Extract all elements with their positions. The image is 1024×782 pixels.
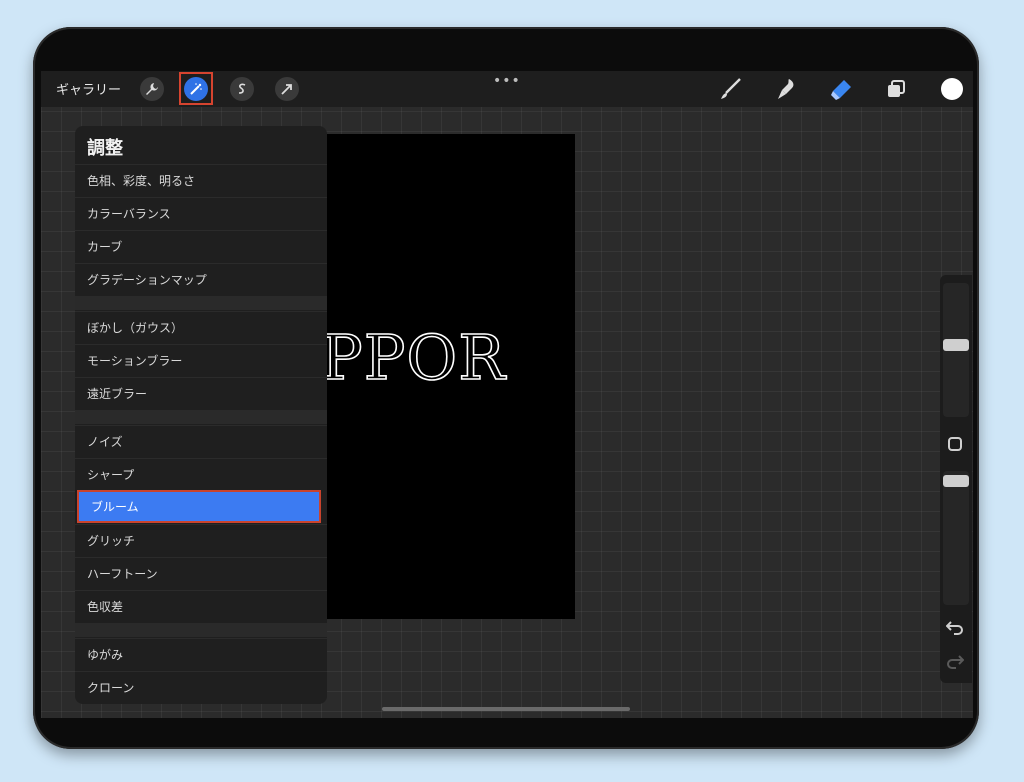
selection-s-icon[interactable] — [230, 77, 254, 101]
eraser-icon[interactable] — [828, 77, 854, 101]
more-dots-icon[interactable]: ••• — [493, 73, 521, 89]
group-divider — [75, 410, 327, 424]
top-toolbar: ギャラリー ••• — [41, 71, 973, 107]
right-sidebar — [940, 275, 972, 683]
brush-icon[interactable] — [718, 77, 744, 101]
menu-item-curves[interactable]: カーブ — [75, 230, 327, 261]
square-modify-icon[interactable] — [948, 437, 962, 451]
transform-arrow-icon[interactable] — [275, 77, 299, 101]
panel-title: 調整 — [87, 138, 123, 159]
menu-item-color-balance[interactable]: カラーバランス — [75, 197, 327, 228]
menu-item-noise[interactable]: ノイズ — [75, 425, 327, 456]
menu-item-bloom[interactable]: ブルーム — [77, 490, 321, 523]
smudge-icon[interactable] — [774, 77, 800, 101]
canvas-text: PPOR — [320, 320, 506, 395]
menu-item-hue-saturation-brightness[interactable]: 色相、彩度、明るさ — [75, 164, 327, 195]
opacity-slider[interactable] — [943, 471, 969, 605]
app-screen: ギャラリー ••• PPOR 調整 色相、彩度、明るさ カラーバランス カーブ … — [41, 71, 973, 718]
undo-icon[interactable] — [945, 619, 964, 639]
adjustments-highlight-box — [179, 72, 213, 105]
menu-item-perspective-blur[interactable]: 遠近ブラー — [75, 377, 327, 408]
menu-item-chromatic-aberration[interactable]: 色収差 — [75, 590, 327, 621]
group-divider — [75, 296, 327, 310]
menu-item-sharpen[interactable]: シャープ — [75, 458, 327, 489]
home-indicator — [382, 707, 630, 711]
gallery-button[interactable]: ギャラリー — [56, 79, 121, 98]
adjustments-panel: 調整 色相、彩度、明るさ カラーバランス カーブ グラデーションマップ ぼかし（… — [75, 126, 327, 704]
menu-item-gaussian-blur[interactable]: ぼかし（ガウス） — [75, 311, 327, 342]
brush-size-thumb[interactable] — [943, 339, 969, 351]
menu-item-liquify[interactable]: ゆがみ — [75, 638, 327, 669]
redo-icon[interactable] — [946, 653, 965, 673]
opacity-thumb[interactable] — [943, 475, 969, 487]
menu-item-clone[interactable]: クローン — [75, 671, 327, 702]
layers-icon[interactable] — [884, 77, 910, 101]
wrench-icon[interactable] — [140, 77, 164, 101]
menu-item-gradient-map[interactable]: グラデーションマップ — [75, 263, 327, 294]
menu-item-halftone[interactable]: ハーフトーン — [75, 557, 327, 588]
group-divider — [75, 623, 327, 637]
menu-item-glitch[interactable]: グリッチ — [75, 524, 327, 555]
color-swatch[interactable] — [941, 78, 963, 100]
menu-item-motion-blur[interactable]: モーションブラー — [75, 344, 327, 375]
